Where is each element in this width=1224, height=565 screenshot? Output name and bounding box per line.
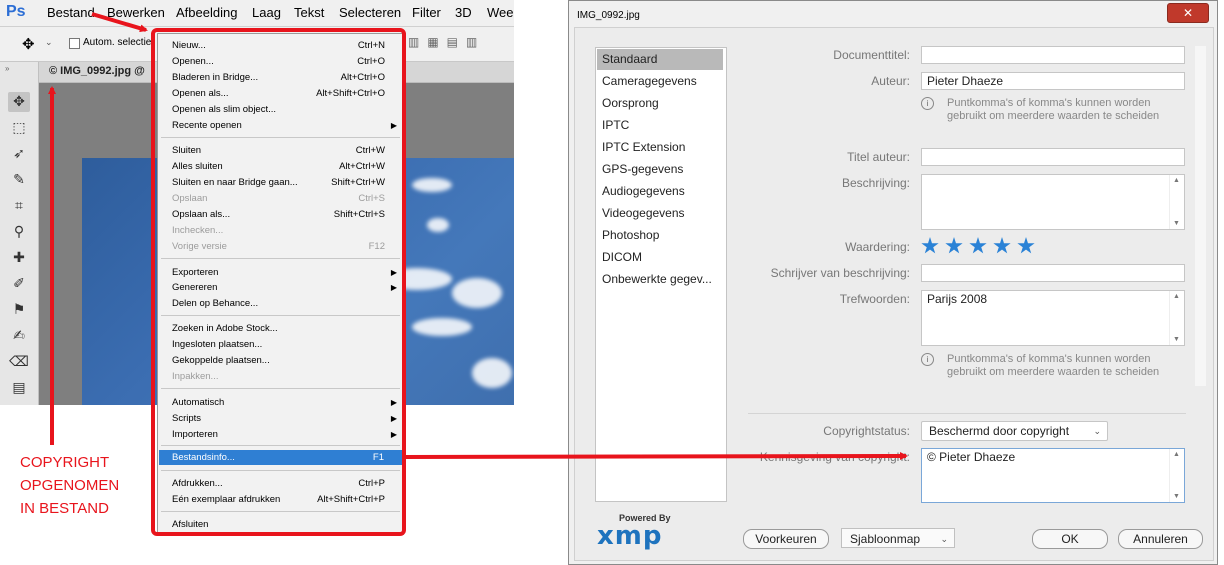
star-icon[interactable] — [993, 237, 1011, 254]
auto-select-checkbox[interactable] — [69, 38, 80, 49]
chevron-down-icon: ⌄ — [1093, 426, 1101, 436]
close-icon[interactable]: ✕ — [1167, 3, 1209, 23]
star-icon[interactable] — [945, 237, 963, 254]
file-info-dialog: IMG_0992.jpg ✕ Standaard Cameragegevens … — [568, 0, 1218, 565]
healing-brush-tool-icon[interactable]: ✚ — [8, 248, 30, 268]
info-icon: i — [921, 353, 934, 366]
ok-button[interactable]: OK — [1032, 529, 1108, 549]
author-title-input[interactable] — [921, 148, 1185, 166]
gradient-tool-icon[interactable]: ▤ — [8, 378, 30, 398]
menu-selecteren[interactable]: Selecteren — [339, 5, 401, 20]
menu-3d[interactable]: 3D — [455, 5, 472, 20]
history-brush-tool-icon[interactable]: ✍ — [8, 326, 30, 346]
menu-tekst[interactable]: Tekst — [294, 5, 324, 20]
brush-tool-icon[interactable]: ✐ — [8, 274, 30, 294]
author-input[interactable]: Pieter Dhaeze — [921, 72, 1185, 90]
label-document-title: Documenttitel: — [833, 48, 910, 62]
textarea-scrollbar[interactable]: ▲ ▼ — [1169, 175, 1184, 229]
tools-panel: » ✥ ⬚ ➶ ✎ ⌗ ⚲ ✚ ✐ ⚑ ✍ ⌫ ▤ — [0, 62, 39, 405]
copyright-notice-textarea[interactable]: © Pieter Dhaeze ▲ ▼ — [921, 448, 1185, 503]
quick-selection-tool-icon[interactable]: ✎ — [8, 170, 30, 190]
chevron-down-icon: ⌄ — [940, 534, 948, 544]
auto-select-label: Autom. selectie — [83, 37, 152, 48]
ps-menubar: Ps Bestand Bewerken Afbeelding Laag Teks… — [0, 0, 514, 27]
document-tab[interactable]: © IMG_0992.jpg @ — [49, 65, 145, 77]
eraser-tool-icon[interactable]: ⌫ — [8, 352, 30, 372]
menu-weergave[interactable]: Weer — [487, 5, 514, 20]
panel-scrollbar[interactable] — [1195, 46, 1206, 386]
keywords-textarea[interactable]: Parijs 2008 ▲ ▼ — [921, 290, 1185, 346]
dialog-title: IMG_0992.jpg — [577, 10, 640, 21]
cancel-button[interactable]: Annuleren — [1118, 529, 1203, 549]
label-rating: Waardering: — [845, 240, 910, 254]
move-tool-icon[interactable]: ✥ — [8, 92, 30, 112]
move-icon[interactable]: ✥ — [22, 35, 35, 53]
chevron-down-icon[interactable]: ⌄ — [45, 38, 53, 48]
field-labels: Documenttitel: Auteur: Titel auteur: Bes… — [575, 28, 910, 560]
template-folder-dropdown[interactable]: Sjabloonmap ⌄ — [841, 528, 955, 548]
ps-logo: Ps — [6, 3, 26, 20]
menu-laag[interactable]: Laag — [252, 5, 281, 20]
marquee-tool-icon[interactable]: ⬚ — [8, 118, 30, 138]
collapse-icon[interactable]: » — [5, 64, 9, 73]
star-icon[interactable] — [921, 237, 939, 254]
menu-bewerken[interactable]: Bewerken — [107, 5, 165, 20]
xmp-logo: xmp — [597, 521, 663, 551]
star-icon[interactable] — [969, 237, 987, 254]
align-icons[interactable]: ▥▦▤▥ — [408, 35, 485, 49]
menu-afbeelding[interactable]: Afbeelding — [176, 5, 237, 20]
highlight-box — [151, 28, 406, 536]
menu-bestand[interactable]: Bestand — [47, 5, 95, 20]
label-author-title: Titel auteur: — [847, 150, 910, 164]
label-copyright-notice: Kennisgeving van copyright: — [759, 450, 910, 464]
description-writer-input[interactable] — [921, 264, 1185, 282]
clone-stamp-tool-icon[interactable]: ⚑ — [8, 300, 30, 320]
dialog-body: Standaard Cameragegevens Oorsprong IPTC … — [574, 27, 1214, 561]
lasso-tool-icon[interactable]: ➶ — [8, 144, 30, 164]
label-copyright-status: Copyrightstatus: — [823, 424, 910, 438]
label-keywords: Trefwoorden: — [839, 292, 910, 306]
document-title-input[interactable] — [921, 46, 1185, 64]
copyright-status-dropdown[interactable]: Beschermd door copyright ⌄ — [921, 421, 1108, 441]
annotation-text: COPYRIGHT OPGENOMEN IN BESTAND — [20, 454, 120, 517]
label-author: Auteur: — [871, 74, 910, 88]
crop-tool-icon[interactable]: ⌗ — [8, 196, 30, 216]
eyedropper-tool-icon[interactable]: ⚲ — [8, 222, 30, 242]
preferences-button[interactable]: Voorkeuren — [743, 529, 829, 549]
label-description: Beschrijving: — [841, 176, 910, 190]
menu-filter[interactable]: Filter — [412, 5, 441, 20]
star-icon[interactable] — [1017, 237, 1035, 254]
info-icon: i — [921, 97, 934, 110]
textarea-scrollbar[interactable]: ▲ ▼ — [1169, 291, 1184, 345]
label-description-writer: Schrijver van beschrijving: — [770, 266, 910, 280]
textarea-scrollbar[interactable]: ▲ ▼ — [1169, 449, 1184, 502]
description-textarea[interactable]: ▲ ▼ — [921, 174, 1185, 230]
